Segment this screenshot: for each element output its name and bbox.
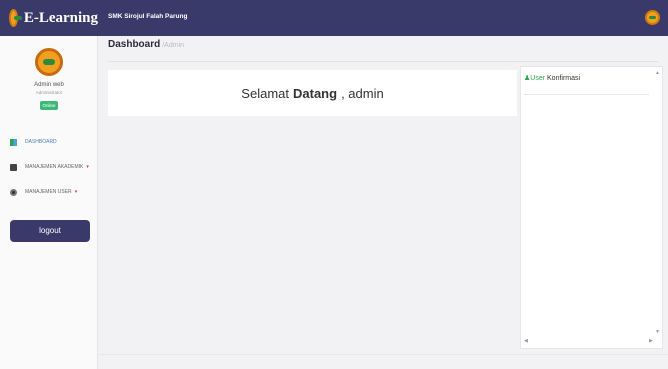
book-icon bbox=[10, 163, 17, 171]
welcome-post: , admin bbox=[341, 85, 384, 101]
divider bbox=[524, 94, 649, 95]
sidebar-item-label: DASHBOARD bbox=[25, 139, 57, 145]
brand[interactable]: E-Learning bbox=[0, 0, 98, 36]
user-avatar-icon[interactable] bbox=[645, 10, 660, 25]
breadcrumb: Dashboard/Admin bbox=[108, 39, 184, 50]
brand-title: E-Learning bbox=[23, 9, 98, 26]
page-title: Dashboard bbox=[108, 39, 161, 50]
scroll-down-icon[interactable]: ▼ bbox=[655, 329, 660, 335]
school-name: SMK Sirojul Falah Parung bbox=[108, 13, 188, 20]
sidebar: Admin web Administrator Online DASHBOARD… bbox=[0, 36, 98, 369]
welcome-card: Selamat Datang, admin bbox=[108, 70, 517, 116]
footer bbox=[98, 354, 668, 369]
top-navbar: E-Learning SMK Sirojul Falah Parung bbox=[0, 0, 668, 36]
breadcrumb-sub: /Admin bbox=[162, 42, 185, 49]
sidebar-item-manajemen-user[interactable]: MANAJEMEN USER ▾ bbox=[10, 186, 77, 198]
chevron-down-icon: ▾ bbox=[86, 164, 89, 170]
school-logo-icon bbox=[9, 9, 22, 27]
user-role: Administrator bbox=[35, 90, 63, 95]
divider bbox=[108, 61, 658, 62]
panel-title-text: Konfirmasi bbox=[545, 75, 581, 82]
welcome-bold: Datang bbox=[293, 85, 338, 101]
scroll-left-icon[interactable]: ◀ bbox=[524, 338, 528, 344]
chevron-down-icon: ▾ bbox=[74, 189, 78, 195]
scroll-up-icon[interactable]: ▲ bbox=[655, 70, 660, 76]
konfirmasi-panel: ♟User Konfirmasi ▲ ▼ ◀ ▶ bbox=[520, 66, 663, 349]
welcome-pre: Selamat bbox=[241, 85, 289, 101]
gear-icon bbox=[10, 188, 17, 196]
panel-user-label: User bbox=[530, 75, 546, 82]
dashboard-icon bbox=[10, 138, 17, 146]
sidebar-item-label: MANAJEMEN USER bbox=[25, 189, 72, 195]
user-name: Admin web bbox=[34, 82, 64, 88]
sidebar-item-dashboard[interactable]: DASHBOARD bbox=[10, 136, 57, 148]
sidebar-item-label: MANAJEMEN AKADEMIK bbox=[25, 164, 84, 170]
sidebar-item-manajemen-akademik[interactable]: MANAJEMEN AKADEMIK ▾ bbox=[10, 161, 89, 173]
logout-button[interactable]: logout bbox=[10, 220, 90, 242]
status-badge: Online bbox=[40, 101, 58, 110]
avatar bbox=[35, 48, 63, 76]
panel-title: ♟User Konfirmasi bbox=[524, 74, 580, 82]
scroll-right-icon[interactable]: ▶ bbox=[649, 338, 653, 344]
